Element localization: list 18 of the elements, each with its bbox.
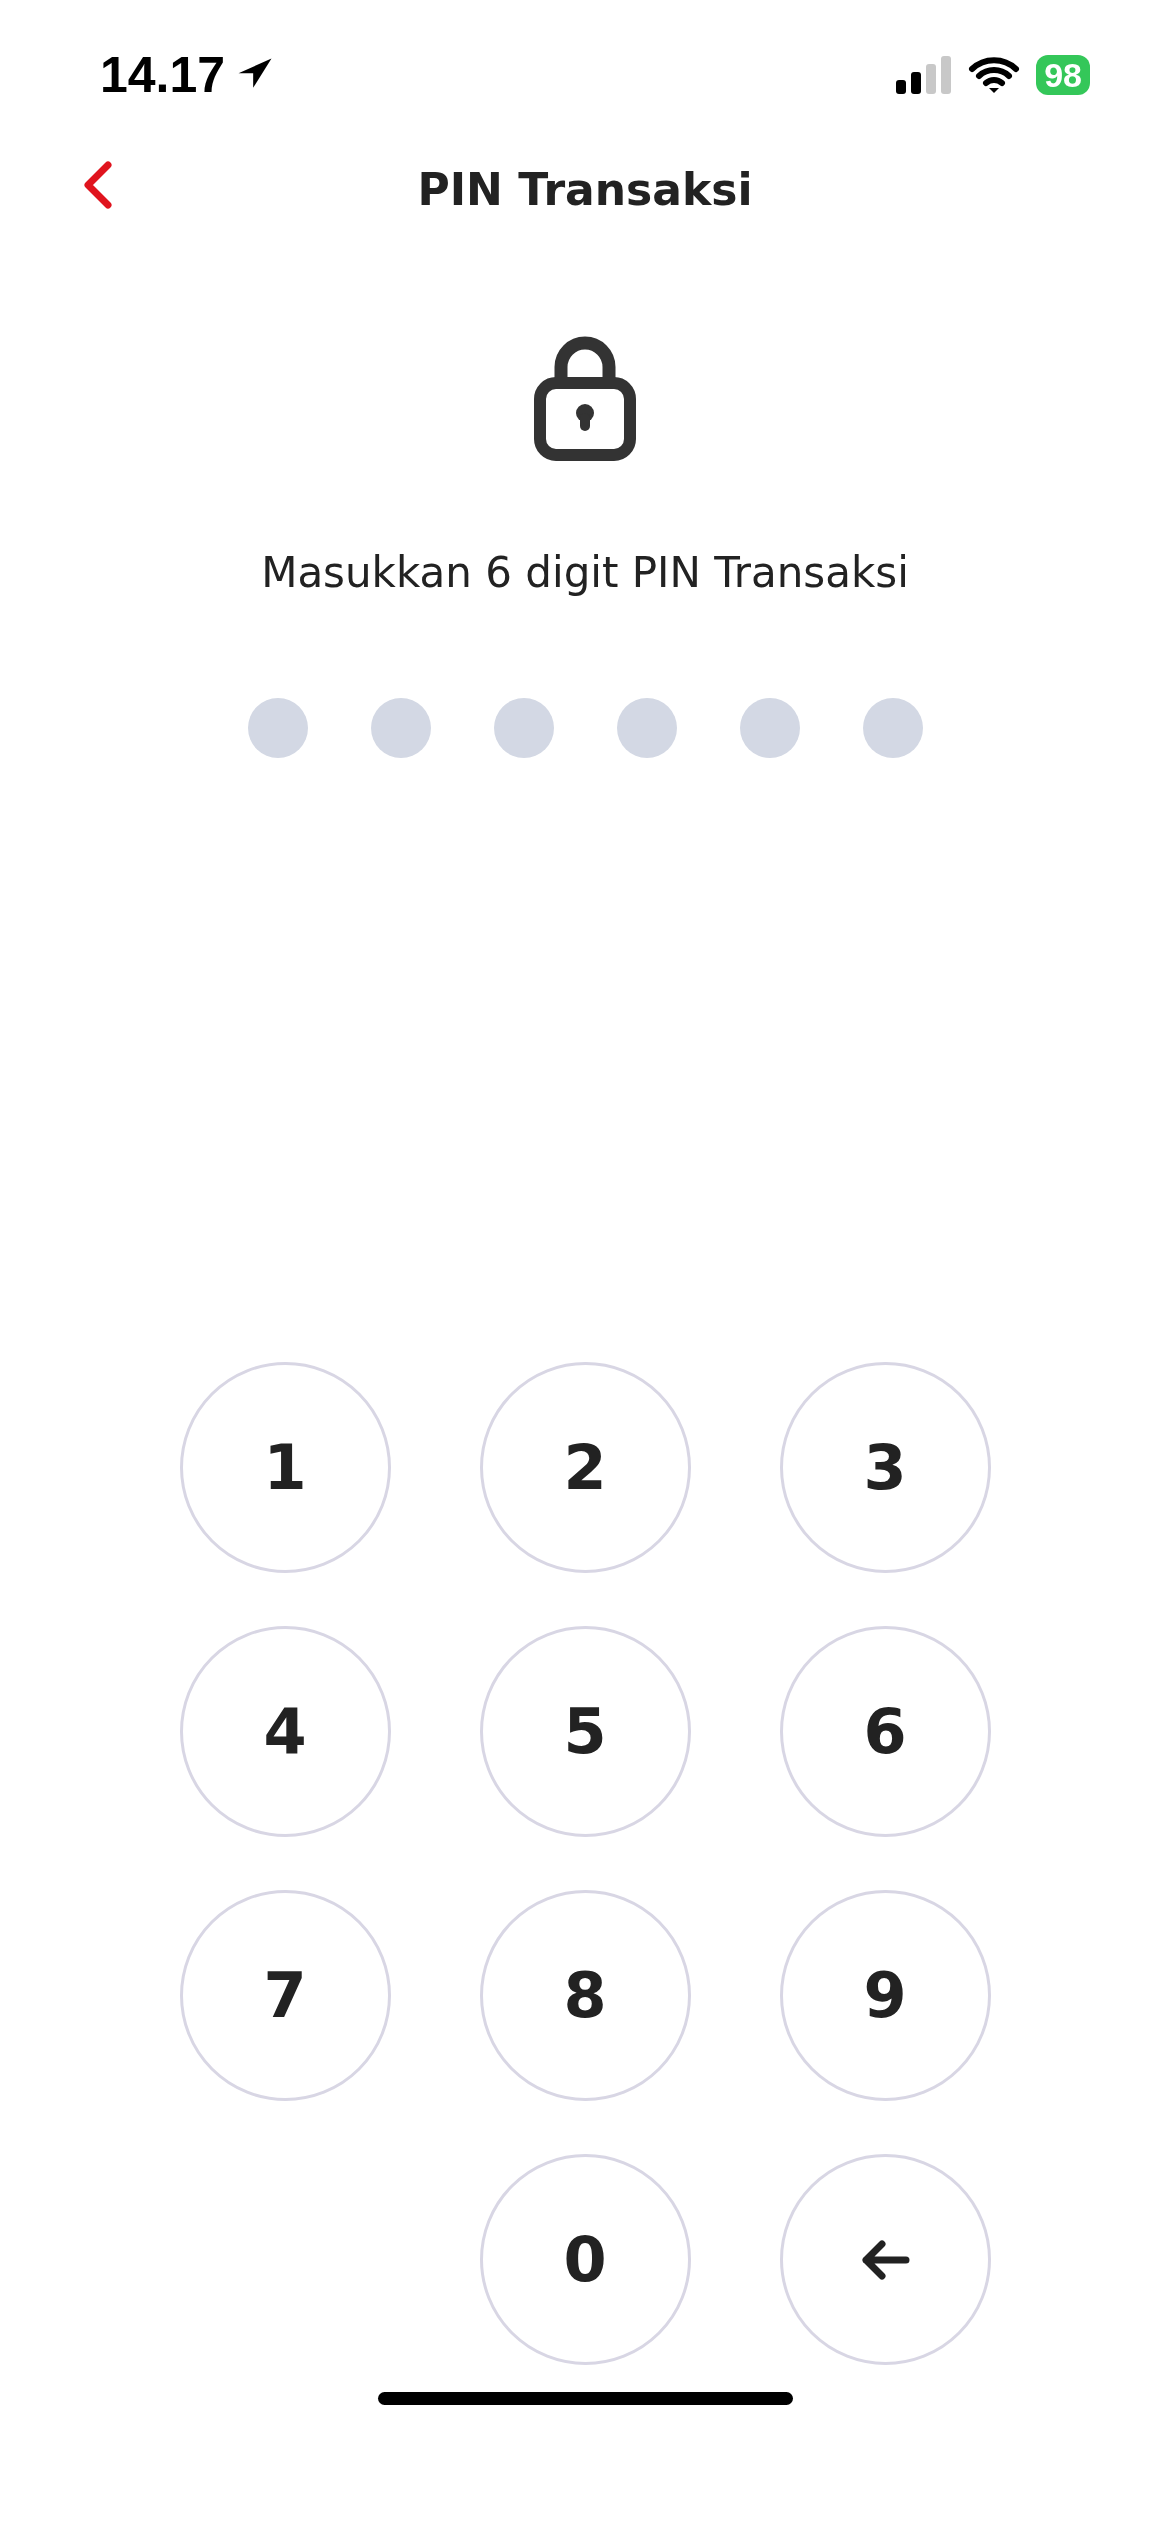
digit-key[interactable]: 8 <box>479 1890 691 2101</box>
digit-key[interactable]: 3 <box>779 1362 991 1573</box>
digit-key[interactable]: 6 <box>779 1626 991 1837</box>
digit-key[interactable]: 0 <box>479 2154 691 2365</box>
left-arrow-icon <box>860 2239 910 2280</box>
digit-key[interactable]: 7 <box>179 1890 391 2101</box>
pin-instruction: Masukkan 6 digit PIN Transaksi <box>261 547 909 599</box>
battery-level: 98 <box>1036 55 1090 95</box>
signal-icon <box>896 56 953 94</box>
digit-key[interactable]: 1 <box>179 1362 391 1573</box>
padlock-icon <box>534 335 636 461</box>
digit-key[interactable]: 2 <box>479 1362 691 1573</box>
digit-key[interactable]: 5 <box>479 1626 691 1837</box>
digit-key[interactable]: 9 <box>779 1890 991 2101</box>
page-title: PIN Transaksi <box>417 163 753 217</box>
wifi-icon <box>968 55 1021 95</box>
status-time: 14.17 <box>100 45 226 105</box>
digit-key[interactable]: 4 <box>179 1626 391 1837</box>
